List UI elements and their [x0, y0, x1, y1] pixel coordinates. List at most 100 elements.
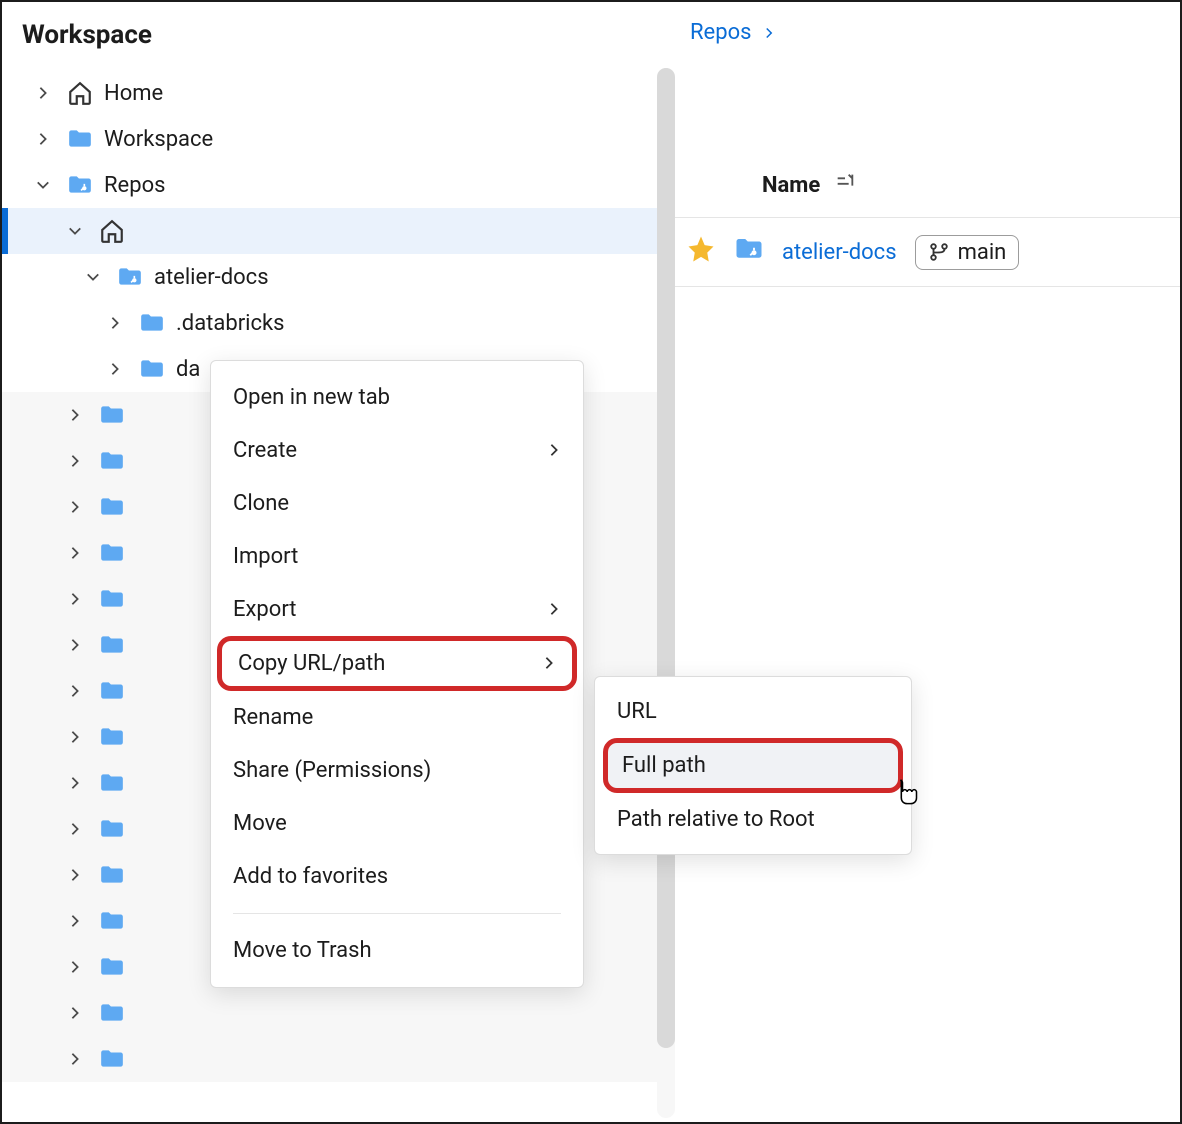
menu-item-label: Move	[233, 811, 287, 836]
folder-icon	[98, 539, 126, 567]
menu-item-create[interactable]: Create	[211, 424, 583, 477]
cursor-pointer-icon	[892, 778, 920, 812]
chevron-right-icon[interactable]	[62, 494, 88, 520]
chevron-right-icon[interactable]	[62, 1046, 88, 1072]
chevron-right-icon	[547, 597, 561, 622]
tree-item-label: .databricks	[176, 311, 285, 336]
branch-chip[interactable]: main	[915, 235, 1020, 270]
menu-item-label: Open in new tab	[233, 385, 390, 410]
table-row[interactable]: atelier-docs main	[662, 218, 1180, 286]
chevron-right-icon[interactable]	[102, 356, 128, 382]
repo-folder-icon	[734, 234, 764, 270]
folder-icon	[98, 493, 126, 521]
menu-item-label: Rename	[233, 705, 313, 730]
tree-item-databricks[interactable]: .databricks	[2, 300, 662, 346]
folder-icon	[98, 677, 126, 705]
chevron-right-icon	[547, 438, 561, 463]
star-icon[interactable]	[686, 234, 716, 270]
divider	[233, 913, 561, 914]
home-icon	[66, 79, 94, 107]
folder-icon	[138, 309, 166, 337]
menu-item-label: Create	[233, 438, 297, 463]
menu-item-label: Import	[233, 544, 298, 569]
folder-icon	[98, 861, 126, 889]
menu-item-export[interactable]: Export	[211, 583, 583, 636]
folder-icon	[138, 355, 166, 383]
chevron-right-icon[interactable]	[30, 80, 56, 106]
chevron-right-icon[interactable]	[62, 540, 88, 566]
menu-item-copy-url-path[interactable]: Copy URL/path	[217, 636, 577, 691]
sidebar-title: Workspace	[2, 2, 662, 70]
menu-item-move[interactable]: Move	[211, 797, 583, 850]
tree-item-label: atelier-docs	[154, 265, 269, 290]
folder-icon	[98, 953, 126, 981]
sort-ascending-icon[interactable]	[834, 171, 856, 199]
tree-item-user-home[interactable]	[2, 208, 662, 254]
breadcrumb-repos[interactable]: Repos	[690, 20, 751, 45]
folder-icon	[66, 125, 94, 153]
tree-item-label: da	[176, 357, 200, 382]
menu-item-label: Full path	[622, 753, 706, 778]
chevron-right-icon[interactable]	[62, 862, 88, 888]
home-icon	[98, 217, 126, 245]
scrollbar-thumb[interactable]	[657, 68, 675, 1048]
menu-item-label: Move to Trash	[233, 938, 372, 963]
table-header-row: Name	[662, 153, 1180, 217]
menu-item-label: Export	[233, 597, 297, 622]
chevron-right-icon[interactable]	[62, 402, 88, 428]
menu-item-label: Add to favorites	[233, 864, 388, 889]
folder-icon	[98, 1045, 126, 1073]
repo-folder-icon	[66, 171, 94, 199]
repo-folder-icon	[116, 263, 144, 291]
tree-item-label: Repos	[104, 173, 165, 198]
chevron-right-icon[interactable]	[62, 678, 88, 704]
breadcrumb: Repos	[662, 20, 1180, 45]
tree-item-folder[interactable]	[2, 1036, 662, 1082]
tree-item-folder[interactable]	[2, 990, 662, 1036]
folder-icon	[98, 907, 126, 935]
chevron-right-icon	[763, 20, 775, 45]
context-menu: Open in new tab Create Clone Import Expo…	[210, 360, 584, 988]
chevron-right-icon[interactable]	[62, 954, 88, 980]
chevron-down-icon[interactable]	[62, 218, 88, 244]
submenu-item-path-relative-to-root[interactable]: Path relative to Root	[595, 793, 911, 846]
menu-item-label: Share (Permissions)	[233, 758, 431, 783]
chevron-right-icon[interactable]	[102, 310, 128, 336]
repo-name[interactable]: atelier-docs	[782, 240, 897, 265]
chevron-down-icon[interactable]	[30, 172, 56, 198]
folder-icon	[98, 769, 126, 797]
folder-icon	[98, 401, 126, 429]
menu-item-add-to-favorites[interactable]: Add to favorites	[211, 850, 583, 903]
folder-icon	[98, 585, 126, 613]
menu-item-move-to-trash[interactable]: Move to Trash	[211, 924, 583, 977]
menu-item-clone[interactable]: Clone	[211, 477, 583, 530]
menu-item-rename[interactable]: Rename	[211, 691, 583, 744]
chevron-right-icon[interactable]	[62, 816, 88, 842]
folder-icon	[98, 815, 126, 843]
submenu-item-url[interactable]: URL	[595, 685, 911, 738]
tree-item-workspace[interactable]: Workspace	[2, 116, 662, 162]
column-header-name[interactable]: Name	[762, 173, 820, 198]
folder-icon	[98, 447, 126, 475]
scrollbar[interactable]	[657, 68, 675, 1118]
menu-item-import[interactable]: Import	[211, 530, 583, 583]
chevron-down-icon[interactable]	[80, 264, 106, 290]
tree-item-home[interactable]: Home	[2, 70, 662, 116]
chevron-right-icon[interactable]	[30, 126, 56, 152]
menu-item-open-in-new-tab[interactable]: Open in new tab	[211, 371, 583, 424]
menu-item-share-permissions[interactable]: Share (Permissions)	[211, 744, 583, 797]
chevron-right-icon[interactable]	[62, 632, 88, 658]
submenu-copy-url-path: URL Full path Path relative to Root	[594, 676, 912, 855]
chevron-right-icon[interactable]	[62, 908, 88, 934]
submenu-item-full-path[interactable]: Full path	[603, 738, 903, 793]
chevron-right-icon[interactable]	[62, 770, 88, 796]
folder-icon	[98, 723, 126, 751]
menu-item-label: Path relative to Root	[617, 807, 815, 832]
chevron-right-icon[interactable]	[62, 724, 88, 750]
chevron-right-icon[interactable]	[62, 586, 88, 612]
tree-item-atelier-docs[interactable]: atelier-docs	[2, 254, 662, 300]
tree-item-repos[interactable]: Repos	[2, 162, 662, 208]
chevron-right-icon[interactable]	[62, 1000, 88, 1026]
tree-item-label: Home	[104, 81, 163, 106]
chevron-right-icon[interactable]	[62, 448, 88, 474]
